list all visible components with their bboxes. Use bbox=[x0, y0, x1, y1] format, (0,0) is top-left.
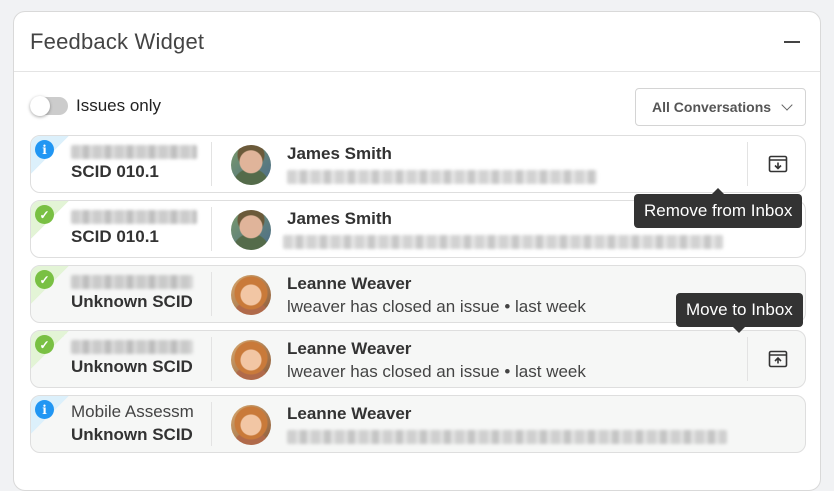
source-name: Mobile Assessm bbox=[71, 402, 194, 421]
feedback-widget: Feedback Widget Issues only All Conversa… bbox=[13, 11, 821, 491]
check-icon: ✓ bbox=[35, 205, 54, 224]
redacted-source-name bbox=[71, 210, 197, 224]
conversation-row[interactable]: ✓ Unknown SCID Leanne Weaver lweaver has… bbox=[30, 330, 806, 388]
user-name: Leanne Weaver bbox=[287, 274, 412, 293]
toggle-knob bbox=[30, 96, 50, 116]
avatar bbox=[231, 275, 271, 315]
conversation-source: SCID 010.1 bbox=[71, 142, 199, 182]
column-divider bbox=[211, 272, 212, 316]
remove-from-inbox-tooltip: Remove from Inbox bbox=[634, 188, 803, 228]
user-name: Leanne Weaver bbox=[287, 339, 412, 358]
move-to-inbox-tooltip: Move to Inbox bbox=[676, 293, 803, 333]
toolbar: Issues only All Conversations bbox=[14, 84, 820, 126]
conversation-filter-select[interactable]: All Conversations bbox=[635, 88, 806, 126]
conversation-source: Mobile Assessm Unknown SCID bbox=[71, 402, 199, 445]
user-name: James Smith bbox=[287, 144, 392, 163]
avatar bbox=[231, 405, 271, 445]
redacted-source-name bbox=[71, 275, 193, 289]
avatar bbox=[231, 340, 271, 380]
scid-label: SCID 010.1 bbox=[71, 227, 159, 246]
redacted-message bbox=[287, 430, 727, 444]
check-icon: ✓ bbox=[35, 335, 54, 354]
redacted-message bbox=[287, 170, 597, 184]
avatar bbox=[231, 145, 271, 185]
conversation-source: Unknown SCID bbox=[71, 272, 199, 312]
issues-only-label: Issues only bbox=[76, 96, 162, 115]
scid-label: Unknown SCID bbox=[71, 357, 193, 376]
redacted-message bbox=[283, 235, 723, 249]
scid-label: Unknown SCID bbox=[71, 292, 193, 311]
conversation-row[interactable]: i SCID 010.1 James Smith bbox=[30, 135, 806, 193]
info-icon: i bbox=[35, 140, 54, 159]
user-name: Leanne Weaver bbox=[287, 404, 412, 423]
column-divider bbox=[211, 142, 212, 186]
scid-label: SCID 010.1 bbox=[71, 162, 159, 181]
conversation-source: SCID 010.1 bbox=[71, 207, 199, 247]
info-icon: i bbox=[35, 400, 54, 419]
column-divider bbox=[211, 402, 212, 446]
issues-only-toggle[interactable] bbox=[30, 96, 68, 116]
avatar bbox=[231, 210, 271, 250]
redacted-source-name bbox=[71, 145, 197, 159]
column-divider bbox=[211, 337, 212, 381]
minus-icon bbox=[784, 40, 800, 43]
user-name: James Smith bbox=[287, 209, 392, 228]
scid-label: Unknown SCID bbox=[71, 425, 193, 444]
conversation-source: Unknown SCID bbox=[71, 337, 199, 377]
conversation-filter-value: All Conversations bbox=[652, 99, 772, 115]
last-activity-message: lweaver has closed an issue • last week bbox=[287, 362, 586, 381]
action-divider bbox=[747, 142, 748, 186]
remove-from-inbox-icon[interactable] bbox=[768, 155, 788, 173]
redacted-source-name bbox=[71, 340, 193, 354]
collapse-button[interactable] bbox=[780, 30, 804, 54]
chevron-down-icon bbox=[781, 99, 793, 111]
column-divider bbox=[211, 207, 212, 251]
widget-header: Feedback Widget bbox=[14, 12, 820, 72]
check-icon: ✓ bbox=[35, 270, 54, 289]
conversation-row[interactable]: i Mobile Assessm Unknown SCID Leanne Wea… bbox=[30, 395, 806, 453]
move-to-inbox-icon[interactable] bbox=[768, 350, 788, 368]
last-activity-message: lweaver has closed an issue • last week bbox=[287, 297, 586, 316]
action-divider bbox=[747, 337, 748, 381]
widget-title: Feedback Widget bbox=[30, 28, 205, 54]
